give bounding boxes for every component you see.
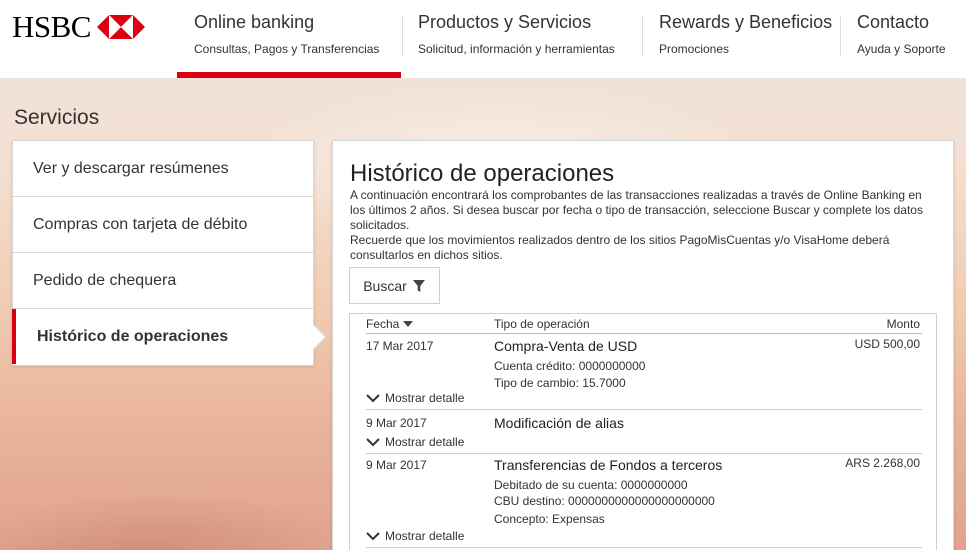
row-detail: Debitado de su cuenta: 0000000000 [494, 478, 688, 492]
sort-date-header[interactable]: Fecha [366, 317, 414, 331]
nav-subtitle: Promociones [659, 42, 730, 56]
row-divider [366, 547, 922, 548]
row-amount: USD 500,00 [854, 337, 920, 351]
row-detail: Tipo de cambio: 15.7000 [494, 376, 626, 390]
show-detail-label: Mostrar detalle [385, 529, 465, 543]
page-title: Histórico de operaciones [350, 160, 615, 187]
nav-title: Online banking [194, 12, 315, 32]
search-button-label: Buscar [363, 277, 407, 294]
header-divider [366, 333, 922, 334]
row-amount: ARS 2.268,00 [845, 456, 920, 470]
nav-rewards-beneficios[interactable]: Rewards y Beneficios Promociones [659, 12, 832, 78]
filter-icon [412, 279, 425, 292]
row-date: 17 Mar 2017 [366, 339, 434, 353]
sidebar-item-label: Compras con tarjeta de débito [33, 215, 248, 233]
logo-text: HSBC [12, 9, 91, 44]
nav-title: Productos y Servicios [418, 12, 592, 32]
main-panel: Histórico de operaciones A continuación … [332, 140, 954, 550]
nav-title: Contacto [857, 12, 930, 32]
show-detail-toggle[interactable]: Mostrar detalle [366, 529, 464, 543]
sidebar-item-chequera[interactable]: Pedido de chequera [13, 253, 313, 309]
nav-divider [402, 16, 403, 56]
sidebar-item-resumenes[interactable]: Ver y descargar resúmenes [13, 141, 313, 197]
chevron-down-icon [366, 437, 380, 446]
sidebar-item-compras-debito[interactable]: Compras con tarjeta de débito [13, 197, 313, 253]
row-operation-type: Modificación de alias [494, 415, 624, 431]
show-detail-label: Mostrar detalle [385, 391, 465, 405]
row-detail: Concepto: Expensas [494, 512, 605, 526]
row-divider [366, 409, 922, 410]
sidebar-item-label: Histórico de operaciones [37, 327, 229, 345]
show-detail-toggle[interactable]: Mostrar detalle [366, 435, 464, 449]
show-detail-label: Mostrar detalle [385, 435, 465, 449]
hsbc-hexagon-icon [96, 15, 145, 39]
services-sidebar: Ver y descargar resúmenes Compras con ta… [12, 140, 327, 366]
column-header: Fecha [366, 317, 400, 331]
row-divider [366, 453, 922, 454]
sort-down-icon [403, 321, 414, 327]
page-description: A continuación encontrará los comprobant… [350, 188, 930, 263]
chevron-down-icon [366, 393, 380, 402]
row-detail: CBU destino: 0000000000000000000000 [494, 494, 715, 508]
search-button[interactable]: Buscar [349, 267, 440, 304]
nav-subtitle: Solicitud, información y herramientas [418, 42, 615, 56]
row-date: 9 Mar 2017 [366, 416, 427, 430]
show-detail-toggle[interactable]: Mostrar detalle [366, 391, 464, 405]
nav-active-indicator [177, 72, 401, 78]
nav-divider [642, 16, 643, 56]
sidebar-item-historico[interactable]: Histórico de operaciones [12, 309, 327, 364]
nav-productos-servicios[interactable]: Productos y Servicios Solicitud, informa… [418, 12, 615, 78]
column-header: Monto [886, 317, 920, 331]
row-operation-type: Compra-Venta de USD [494, 338, 638, 354]
nav-contacto[interactable]: Contacto Ayuda y Soporte [857, 12, 946, 78]
row-operation-type: Transferencias de Fondos a terceros [494, 457, 723, 473]
sidebar-item-label: Pedido de chequera [33, 271, 177, 289]
hsbc-logo[interactable]: HSBC [12, 9, 145, 44]
nav-online-banking[interactable]: Online banking Consultas, Pagos y Transf… [194, 12, 379, 78]
row-detail: Cuenta crédito: 0000000000 [494, 359, 646, 373]
sidebar-item-label: Ver y descargar resúmenes [33, 159, 229, 177]
description-paragraph: A continuación encontrará los comprobant… [350, 188, 923, 232]
section-title: Servicios [14, 106, 100, 129]
nav-divider [840, 16, 841, 56]
nav-subtitle: Ayuda y Soporte [857, 42, 946, 56]
description-note: Recuerde que los movimientos realizados … [350, 233, 890, 262]
operations-table: Fecha Tipo de operación Monto 17 Mar 201… [349, 313, 937, 550]
row-date: 9 Mar 2017 [366, 458, 427, 472]
nav-subtitle: Consultas, Pagos y Transferencias [194, 42, 380, 56]
column-header: Tipo de operación [494, 317, 590, 331]
nav-title: Rewards y Beneficios [659, 12, 833, 32]
chevron-down-icon [366, 531, 380, 540]
top-header: HSBC Online banking Consultas, Pagos y T… [0, 0, 966, 78]
active-pointer-fill [313, 325, 325, 349]
